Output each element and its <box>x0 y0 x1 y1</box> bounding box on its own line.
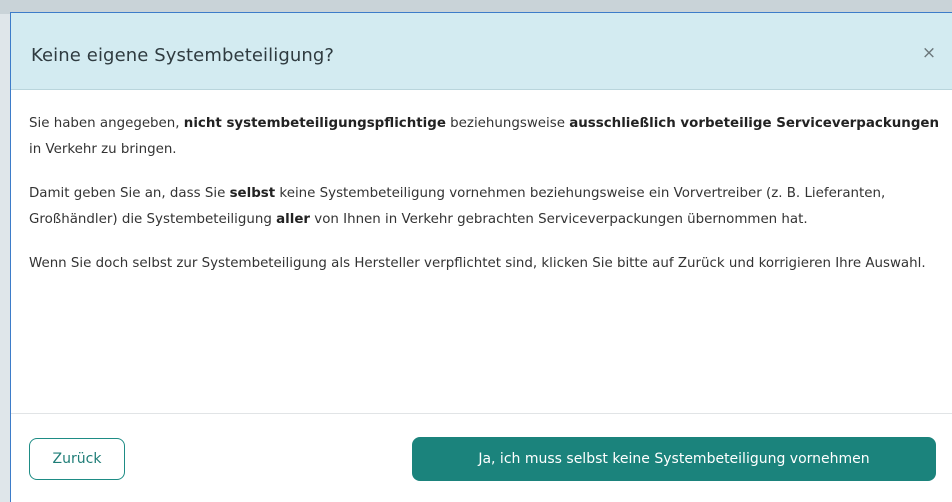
paragraph-text: in Verkehr zu bringen. <box>29 142 177 157</box>
confirm-button[interactable]: Ja, ich muss selbst keine Systembeteilig… <box>412 437 936 481</box>
paragraph-text: beziehungsweise <box>445 116 570 131</box>
back-button[interactable]: Zurück <box>29 438 125 480</box>
dialog-header: Keine eigene Systembeteiligung? × <box>11 13 952 90</box>
footer-divider <box>11 413 952 414</box>
paragraph-bold-text: nicht systembeteiligungspflichtige <box>183 116 446 131</box>
dialog-title: Keine eigene Systembeteiligung? <box>31 45 335 66</box>
paragraph-text: Wenn Sie doch selbst zur Systembeteiligu… <box>29 256 926 271</box>
dialog-body: Sie haben angegeben, nicht systembeteili… <box>29 111 941 295</box>
confirmation-dialog: Keine eigene Systembeteiligung? × Sie ha… <box>10 12 952 502</box>
paragraph-bold-text: ausschließlich vorbeteilige Serviceverpa… <box>569 116 940 131</box>
paragraph-bold-text: aller <box>276 212 311 227</box>
paragraph-instruction: Wenn Sie doch selbst zur Systembeteiligu… <box>29 251 941 277</box>
paragraph-text: Damit geben Sie an, dass Sie <box>29 186 230 201</box>
paragraph-text: Sie haben angegeben, <box>29 116 184 131</box>
paragraph-bold-text: selbst <box>229 186 276 201</box>
paragraph-implication: Damit geben Sie an, dass Sie selbst kein… <box>29 181 941 233</box>
paragraph-text: von Ihnen in Verkehr gebrachten Servicev… <box>310 212 808 227</box>
close-icon[interactable]: × <box>919 43 939 63</box>
paragraph-intro: Sie haben angegeben, nicht systembeteili… <box>29 111 941 163</box>
